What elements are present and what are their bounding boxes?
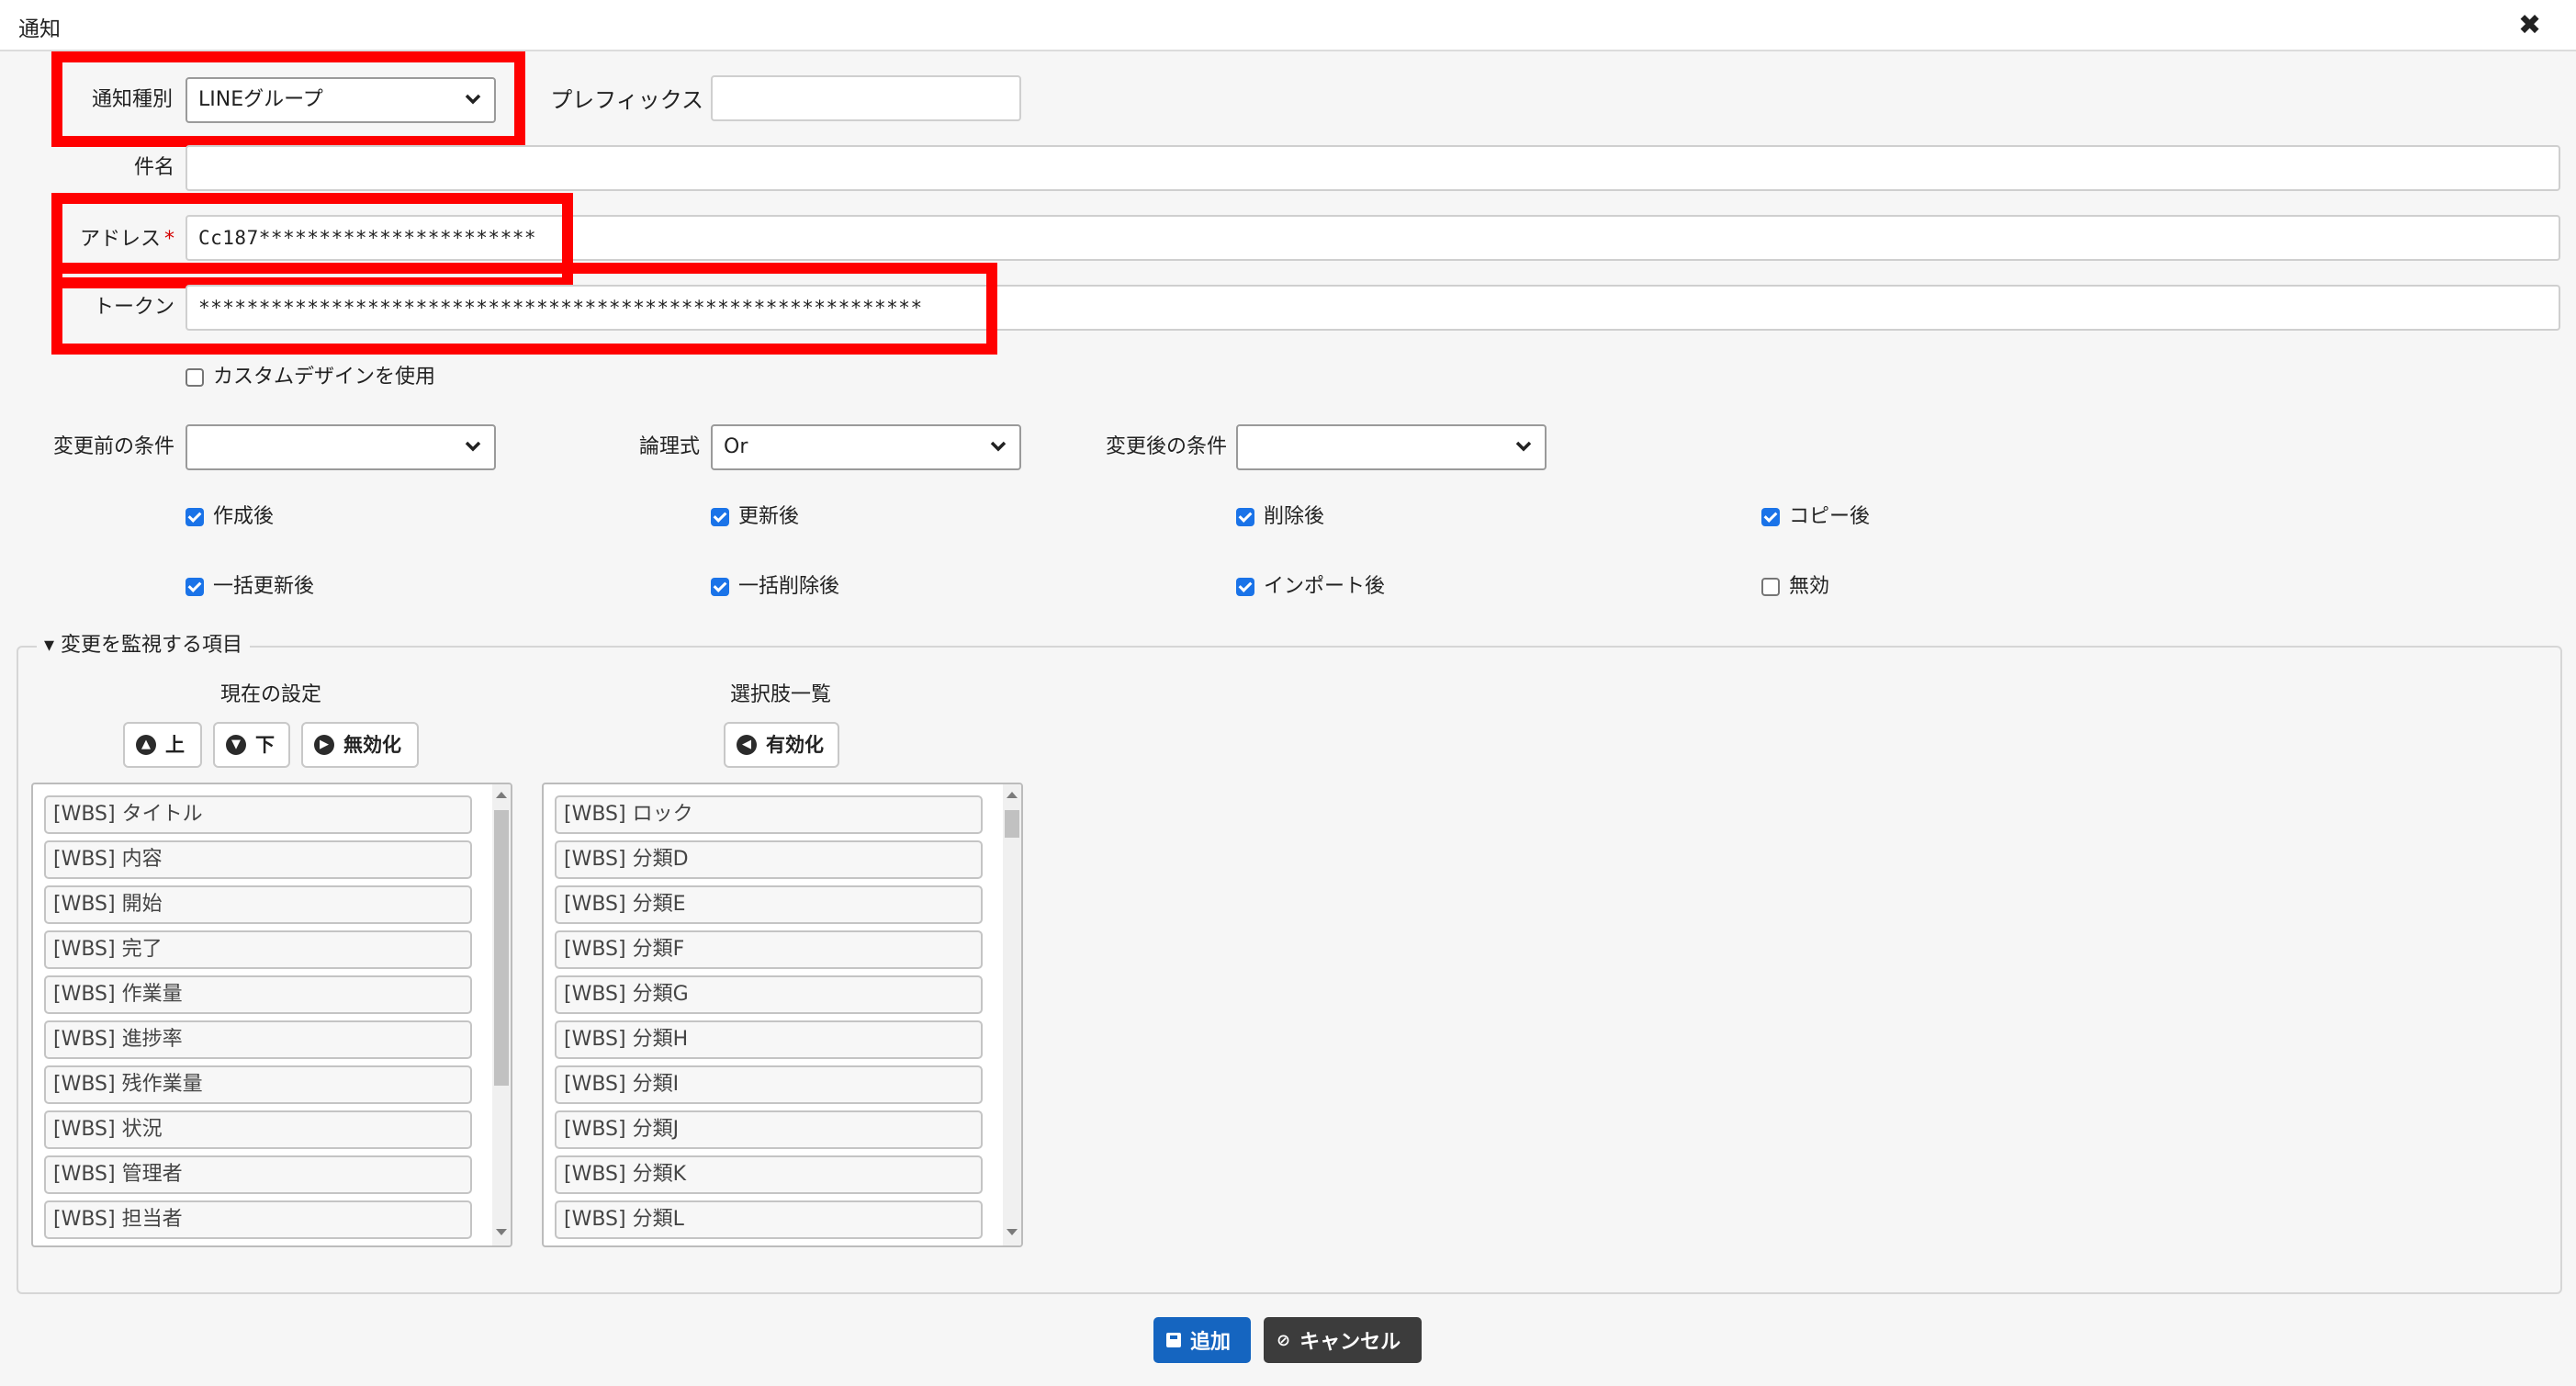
choices-list[interactable]: [WBS] ロック [WBS] 分類D [WBS] 分類E [WBS] 分類F [WBS… <box>542 783 1023 1247</box>
list-item[interactable]: [WBS] 残作業量 <box>44 1065 472 1104</box>
logic-select[interactable]: Or <box>711 424 1021 470</box>
arrow-left-icon: ◀ <box>737 735 757 755</box>
chevron-down-icon <box>1515 441 1532 452</box>
arrow-up-icon: ▲ <box>136 735 156 755</box>
save-icon <box>1166 1333 1181 1347</box>
checkbox-checked-icon <box>1236 578 1254 596</box>
checkbox-unchecked-icon <box>1761 578 1780 596</box>
disable-button[interactable]: ▶ 無効化 <box>301 722 419 768</box>
dialog-title: 通知 <box>18 17 61 41</box>
cancel-button[interactable]: ⊘ キャンセル <box>1264 1317 1422 1363</box>
trigger-checkbox[interactable]: 一括削除後 <box>711 573 839 601</box>
chevron-down-icon <box>990 441 1007 452</box>
scroll-down-icon <box>1007 1229 1018 1235</box>
list-item[interactable]: [WBS] 開始 <box>44 885 472 924</box>
chevron-down-icon <box>465 441 481 452</box>
list-item[interactable]: [WBS] 分類F <box>555 930 983 969</box>
logic-value: Or <box>724 435 748 458</box>
current-settings-title: 現在の設定 <box>219 683 321 706</box>
highlight-box-token <box>51 263 997 355</box>
list-item[interactable]: [WBS] 管理者 <box>44 1155 472 1194</box>
list-item[interactable]: [WBS] 分類H <box>555 1020 983 1059</box>
list-item[interactable]: [WBS] 状況 <box>44 1110 472 1149</box>
scroll-up-icon <box>1007 792 1018 798</box>
arrow-down-icon: ▼ <box>226 735 246 755</box>
checkbox-checked-icon <box>711 578 729 596</box>
list-item[interactable]: [WBS] 分類E <box>555 885 983 924</box>
logic-label: 論理式 <box>638 435 700 458</box>
scroll-down-icon <box>496 1229 507 1235</box>
list-item[interactable]: [WBS] 分類D <box>555 840 983 879</box>
list-item[interactable]: [WBS] 分類L <box>555 1200 983 1239</box>
list-item[interactable]: [WBS] 完了 <box>44 930 472 969</box>
close-icon[interactable]: ✖ <box>2518 9 2541 41</box>
subject-label: 件名 <box>133 156 174 179</box>
trigger-label: 作成後 <box>213 505 275 528</box>
move-down-button[interactable]: ▼ 下 <box>213 722 290 768</box>
current-list-scrollbar[interactable] <box>492 784 511 1245</box>
enable-button[interactable]: ◀ 有効化 <box>724 722 839 768</box>
checkbox-checked-icon <box>1761 508 1780 526</box>
list-item[interactable]: [WBS] 内容 <box>44 840 472 879</box>
list-item[interactable]: [WBS] タイトル <box>44 795 472 834</box>
trigger-label: インポート後 <box>1264 575 1386 598</box>
current-settings-list[interactable]: [WBS] タイトル [WBS] 内容 [WBS] 開始 [WBS] 完了 [WBS] … <box>31 783 512 1247</box>
choices-list-scrollbar[interactable] <box>1003 784 1021 1245</box>
trigger-label: 削除後 <box>1264 505 1325 528</box>
prefix-input[interactable] <box>711 75 1021 121</box>
caret-down-icon: ▾ <box>44 634 55 657</box>
scroll-thumb[interactable] <box>494 810 509 1086</box>
list-item[interactable]: [WBS] 分類K <box>555 1155 983 1194</box>
ban-icon: ⊘ <box>1277 1330 1291 1350</box>
checkbox-unchecked-icon <box>186 368 204 387</box>
trigger-checkbox[interactable]: インポート後 <box>1236 573 1385 601</box>
list-item[interactable]: [WBS] 担当者 <box>44 1200 472 1239</box>
trigger-checkbox[interactable]: 更新後 <box>711 503 799 531</box>
custom-design-label: カスタムデザインを使用 <box>213 366 436 389</box>
trigger-checkbox[interactable]: 一括更新後 <box>186 573 314 601</box>
move-down-label: 下 <box>255 734 275 756</box>
list-item[interactable]: [WBS] 分類I <box>555 1065 983 1104</box>
after-condition-label: 変更後の条件 <box>1105 435 1227 458</box>
disable-label: 無効化 <box>343 734 401 756</box>
list-item[interactable]: [WBS] ロック <box>555 795 983 834</box>
trigger-label: 無効 <box>1789 575 1830 598</box>
custom-design-checkbox[interactable]: カスタムデザインを使用 <box>186 364 435 391</box>
trigger-label: 一括更新後 <box>213 575 315 598</box>
dialog-header <box>0 0 2576 51</box>
move-up-label: 上 <box>165 734 185 756</box>
add-label: 追加 <box>1190 1331 1232 1354</box>
scroll-thumb[interactable] <box>1005 810 1019 838</box>
move-up-button[interactable]: ▲ 上 <box>123 722 202 768</box>
add-button[interactable]: 追加 <box>1153 1317 1251 1363</box>
highlight-box-notify-type <box>51 51 525 147</box>
list-item[interactable]: [WBS] 分類G <box>555 975 983 1014</box>
trigger-checkbox[interactable]: 作成後 <box>186 503 274 531</box>
choices-title: 選択肢一覧 <box>729 683 831 706</box>
monitor-legend-text: 変更を監視する項目 <box>61 634 243 657</box>
checkbox-checked-icon <box>1236 508 1254 526</box>
after-condition-select[interactable] <box>1236 424 1547 470</box>
prefix-label: プレフィックス <box>550 87 703 113</box>
checkbox-checked-icon <box>711 508 729 526</box>
monitor-legend[interactable]: ▾ 変更を監視する項目 <box>37 632 251 659</box>
trigger-label: 一括削除後 <box>738 575 840 598</box>
list-item[interactable]: [WBS] 進捗率 <box>44 1020 472 1059</box>
checkbox-checked-icon <box>186 508 204 526</box>
trigger-label: 更新後 <box>738 505 800 528</box>
trigger-label: コピー後 <box>1789 505 1871 528</box>
list-item[interactable]: [WBS] 分類J <box>555 1110 983 1149</box>
trigger-checkbox[interactable]: 削除後 <box>1236 503 1324 531</box>
subject-input[interactable] <box>186 145 2560 191</box>
before-condition-label: 変更前の条件 <box>52 435 174 458</box>
cancel-label: キャンセル <box>1299 1331 1401 1354</box>
checkbox-checked-icon <box>186 578 204 596</box>
scroll-up-icon <box>496 792 507 798</box>
arrow-right-icon: ▶ <box>314 735 334 755</box>
trigger-checkbox[interactable]: コピー後 <box>1761 503 1870 531</box>
list-item[interactable]: [WBS] 作業量 <box>44 975 472 1014</box>
enable-label: 有効化 <box>766 734 824 756</box>
before-condition-select[interactable] <box>186 424 496 470</box>
trigger-checkbox[interactable]: 無効 <box>1761 573 1829 601</box>
